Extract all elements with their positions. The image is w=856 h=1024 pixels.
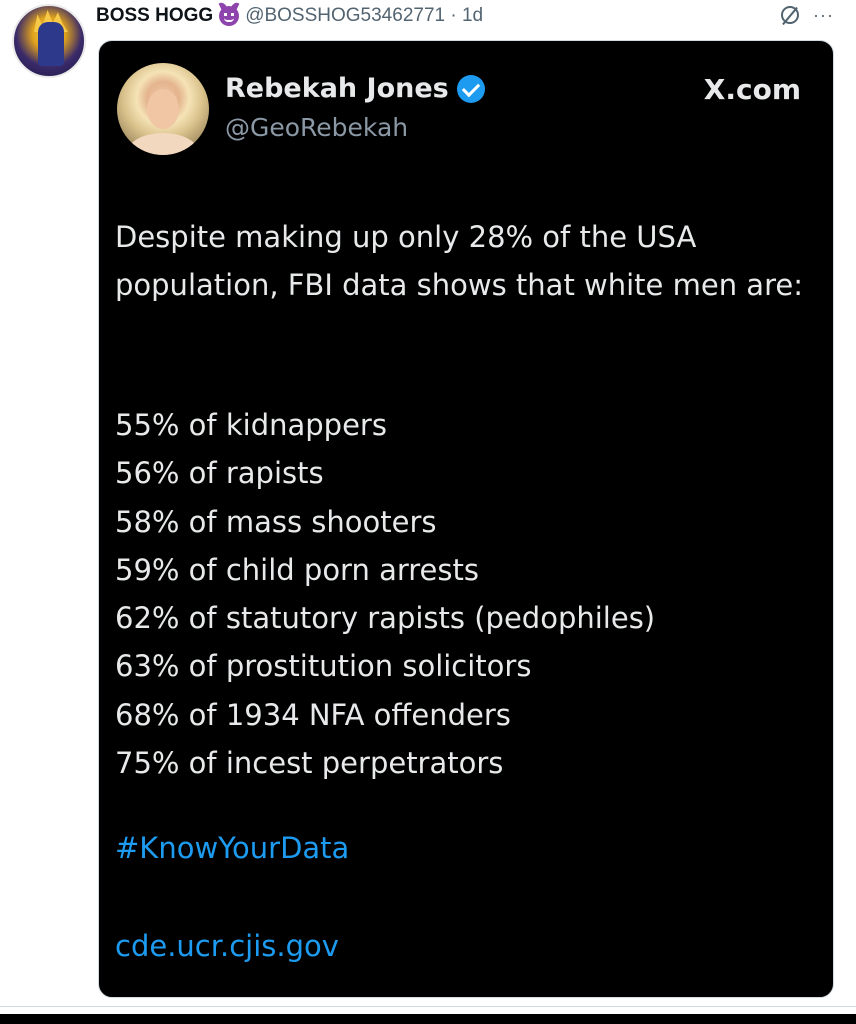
post-header: BOSS HOGG @BOSSHOG53462771 · 1d: [96, 4, 483, 28]
bottom-bar: [0, 1014, 856, 1024]
divider: [0, 1006, 856, 1007]
author-avatar[interactable]: [12, 4, 86, 78]
source-link-text: cde.ucr.cjis.gov: [115, 929, 339, 963]
avatar-figure: [38, 22, 64, 66]
list-item: 63% of prostitution solicitors: [115, 649, 532, 684]
devil-emoji-icon: [219, 6, 240, 26]
list-item: 56% of rapists: [115, 456, 324, 491]
verified-badge-icon: [456, 74, 485, 103]
author-handle-and-timestamp[interactable]: @BOSSHOG53462771 · 1d: [245, 5, 483, 27]
inner-author-avatar: [117, 63, 209, 155]
post-actions-top: ···: [781, 6, 834, 24]
inner-author-handle: @GeoRebekah: [225, 113, 409, 142]
hashtag-text: #KnowYourData: [115, 831, 350, 865]
list-item: 75% of incest perpetrators: [115, 746, 504, 781]
inner-author-row: Rebekah Jones: [225, 73, 485, 104]
list-item: 62% of statutory rapists (pedophiles): [115, 601, 656, 636]
list-item: 55% of kidnappers: [115, 408, 387, 442]
list-item: 68% of 1934 NFA offenders: [115, 697, 511, 732]
source-site-label: X.com: [703, 73, 801, 106]
grok-icon[interactable]: [781, 6, 800, 24]
stats-list: 55% of kidnappers 56% of rapists 58% of …: [115, 401, 655, 787]
list-item: 59% of child porn arrests: [115, 552, 479, 587]
list-item: 58% of mass shooters: [115, 504, 437, 539]
inner-author-name: Rebekah Jones: [225, 73, 449, 104]
author-name[interactable]: BOSS HOGG: [96, 5, 213, 27]
more-options-icon[interactable]: ···: [813, 6, 834, 24]
inner-tweet-text: Despite making up only 28% of the USA po…: [115, 220, 803, 302]
attached-image-card[interactable]: Rebekah Jones @GeoRebekah X.com Despite …: [98, 40, 834, 998]
